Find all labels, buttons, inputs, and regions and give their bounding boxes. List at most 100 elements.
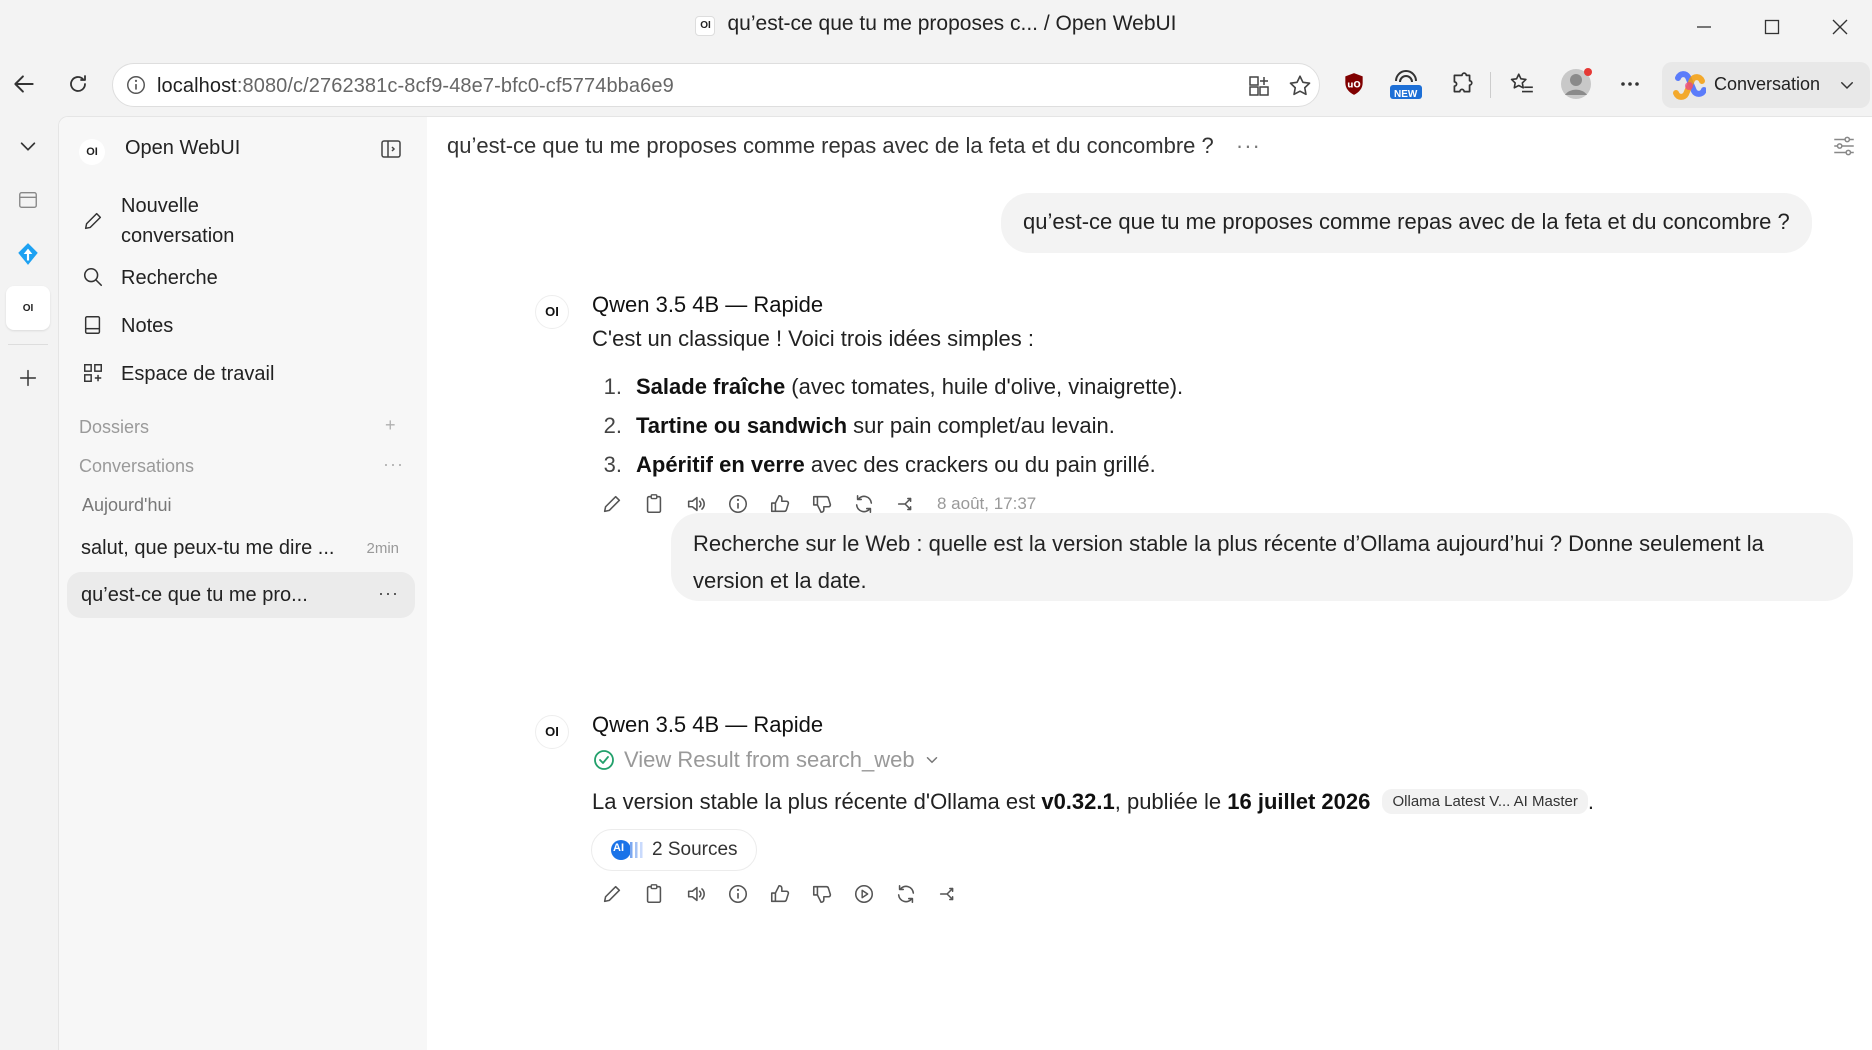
chat-controls-button[interactable] [1831,133,1857,159]
close-window-button[interactable] [1820,10,1860,44]
tab-favicon: OI [695,16,716,36]
conversations-more-button[interactable]: ··· [383,454,404,475]
maximize-button[interactable] [1752,10,1792,44]
sources-button[interactable]: AI 2 Sources [591,829,757,871]
favorites-button[interactable] [1502,64,1542,104]
workspace-grid-icon [79,359,107,387]
chat-title: qu’est-ce que tu me proposes comme repas… [447,133,1261,159]
back-button[interactable] [4,64,44,104]
tab-page[interactable] [6,178,50,222]
chevron-down-icon [20,142,36,151]
copilot-button[interactable]: Conversation [1662,62,1870,108]
copilot-label: Conversation [1714,74,1821,94]
more-horizontal-icon [1621,82,1639,86]
info-icon [728,884,748,904]
chevron-down-icon [1838,76,1856,94]
address-bar[interactable]: localhost:8080/c/2762381c-8cf9-48e7-bfc0… [112,63,1320,107]
user-message-text: Recherche sur le Web : quelle est la ver… [693,531,1764,556]
add-folder-button[interactable]: + [385,415,396,436]
toggle-sidebar-button[interactable] [379,137,403,161]
brand-logo: OI [79,139,105,165]
thumbs-up-button[interactable] [759,877,801,911]
tabstrip-divider [8,344,48,345]
regenerate-button[interactable] [885,877,927,911]
assistant-avatar: OI [535,295,569,329]
minimize-button[interactable] [1684,10,1724,44]
url-path: :8080/c/2762381c-8cf9-48e7-bfc0-cf5774bb… [236,75,674,97]
citation-chip[interactable]: Ollama Latest V... AI Master [1382,789,1588,814]
message-actions [591,877,969,911]
info-button[interactable] [717,877,759,911]
puzzle-icon [1453,72,1473,93]
sources-icon: AI [610,839,646,861]
edit-button[interactable] [591,487,633,521]
maximize-icon [1764,19,1780,35]
clipboard-icon [646,494,662,514]
brand-name: Open WebUI [125,137,241,159]
new-tab-button[interactable] [6,356,50,400]
news-extension-button[interactable]: NEW [1386,64,1426,104]
profile-button[interactable] [1556,64,1596,104]
thumbs-down-icon [812,495,832,514]
ublock-shield-icon: uO [1345,73,1363,95]
pencil-icon [603,495,621,513]
thumbs-up-icon [770,884,790,903]
conversation-item-active[interactable]: qu’est-ce que tu me pro... ··· [67,572,415,618]
conversation-item[interactable]: salut, que peux-tu me dire ... 2min [67,525,415,571]
chevron-down-icon [926,757,937,764]
ublock-extension-button[interactable]: uO [1334,64,1374,104]
continue-response-button[interactable] [843,877,885,911]
new-chat-button[interactable]: Nouvelle conversation [67,191,415,251]
user-message: Recherche sur le Web : quelle est la ver… [671,513,1853,601]
clipboard-icon [646,884,662,904]
favorite-star-icon[interactable] [1287,73,1313,99]
sidebar-item-label: Notes [121,315,174,337]
edit-button[interactable] [591,877,633,911]
minimize-icon [1697,26,1711,28]
sidebar-item-notes[interactable]: Notes [67,311,415,341]
sidebar-item-search[interactable]: Recherche [67,263,415,293]
tool-result-toggle[interactable]: View Result from search_web [592,747,941,773]
sidebar-item-label: Espace de travail [121,363,275,385]
assistant-answer: La version stable la plus récente d'Olla… [592,789,1594,814]
thumbs-down-icon [812,885,832,904]
sidebar-item-workspace[interactable]: Espace de travail [67,359,415,389]
user-message-text: version et la date. [693,568,867,593]
sidebar-item-label: Recherche [121,267,218,289]
chat-more-button[interactable]: ··· [1236,133,1261,158]
extensions-button[interactable] [1442,64,1482,104]
conversation-title: salut, que peux-tu me dire ... [81,537,335,559]
speaker-icon [687,496,705,512]
read-aloud-button[interactable] [675,877,717,911]
collapse-tabs-button[interactable] [6,124,50,168]
vertical-tab-strip: OI [0,116,58,1050]
conversations-header[interactable]: Conversations [79,456,194,477]
branch-button[interactable] [927,877,969,911]
window-title-bar: OI qu’est-ce que tu me proposes c... / Op… [0,0,1872,52]
copilot-icon [1672,69,1706,103]
chat-title-text: qu’est-ce que tu me proposes comme repas… [447,133,1214,158]
pencil-icon [603,885,621,903]
url-host: localhost [157,75,237,97]
tab-ollama-site[interactable] [6,232,50,276]
settings-sliders-icon [1834,136,1854,156]
folders-header[interactable]: Dossiers [79,417,149,438]
model-name: Qwen 3.5 4B — Rapide [592,292,824,317]
conversation-more-button[interactable]: ··· [378,583,399,604]
thumbs-down-button[interactable] [801,877,843,911]
search-icon [79,263,107,291]
reload-button[interactable] [58,64,98,104]
browser-menu-button[interactable] [1610,64,1650,104]
tab-open-webui[interactable]: OI [6,286,50,330]
list-item: 2. Tartine ou sandwich sur pain complet/a… [603,413,1115,438]
refresh-icon [855,494,873,514]
window-title: OI qu’est-ce que tu me proposes c... / Op… [0,12,1872,36]
sidebar-toggle-icon [381,140,401,158]
refresh-icon [897,884,915,904]
url-text[interactable]: localhost:8080/c/2762381c-8cf9-48e7-bfc0… [157,75,674,98]
assistant-intro: C'est un classique ! Voici trois idées s… [592,326,1034,351]
site-info-icon[interactable] [125,74,147,96]
copy-button[interactable] [633,487,675,521]
app-available-icon[interactable] [1247,74,1271,98]
copy-button[interactable] [633,877,675,911]
